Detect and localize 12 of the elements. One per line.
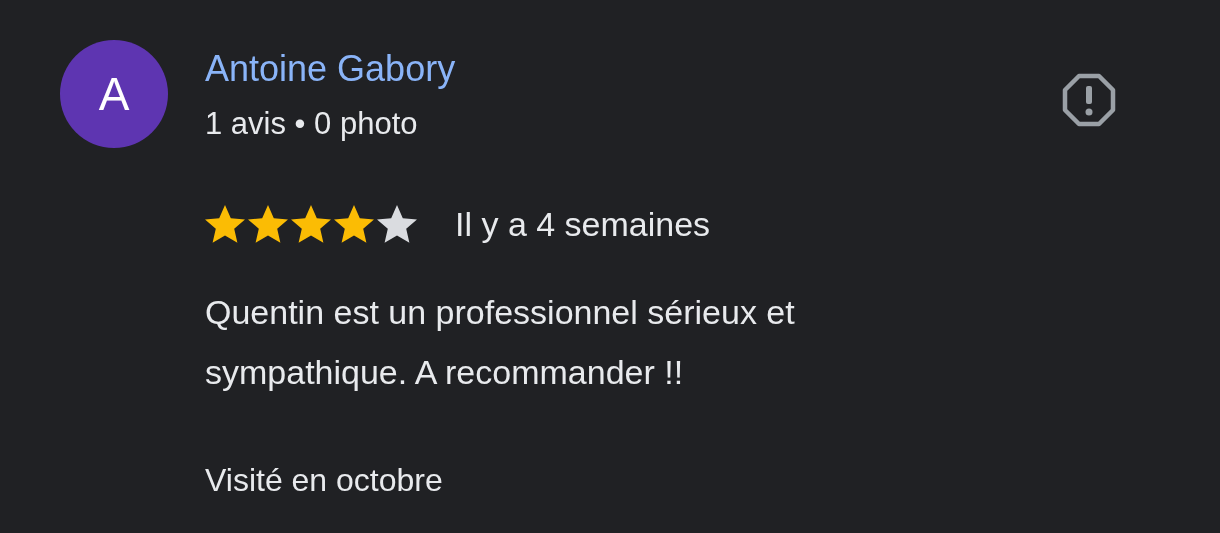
star-icon (291, 205, 331, 243)
reviewer-name[interactable]: Antoine Gabory (205, 40, 456, 98)
visit-date: Visité en octobre (205, 461, 444, 500)
star-icon (334, 205, 374, 243)
star-icon (205, 205, 245, 243)
star-icon (248, 205, 288, 243)
star-icon (377, 205, 417, 243)
reviewer-stats: 1 avis • 0 photo (205, 105, 419, 143)
review-date: Il y a 4 semaines (455, 204, 711, 244)
review-text: Quentin est un professionnel sérieux et sympathique. A recommander !! (205, 292, 796, 393)
avatar: A (60, 40, 168, 148)
report-icon[interactable] (1061, 72, 1117, 128)
